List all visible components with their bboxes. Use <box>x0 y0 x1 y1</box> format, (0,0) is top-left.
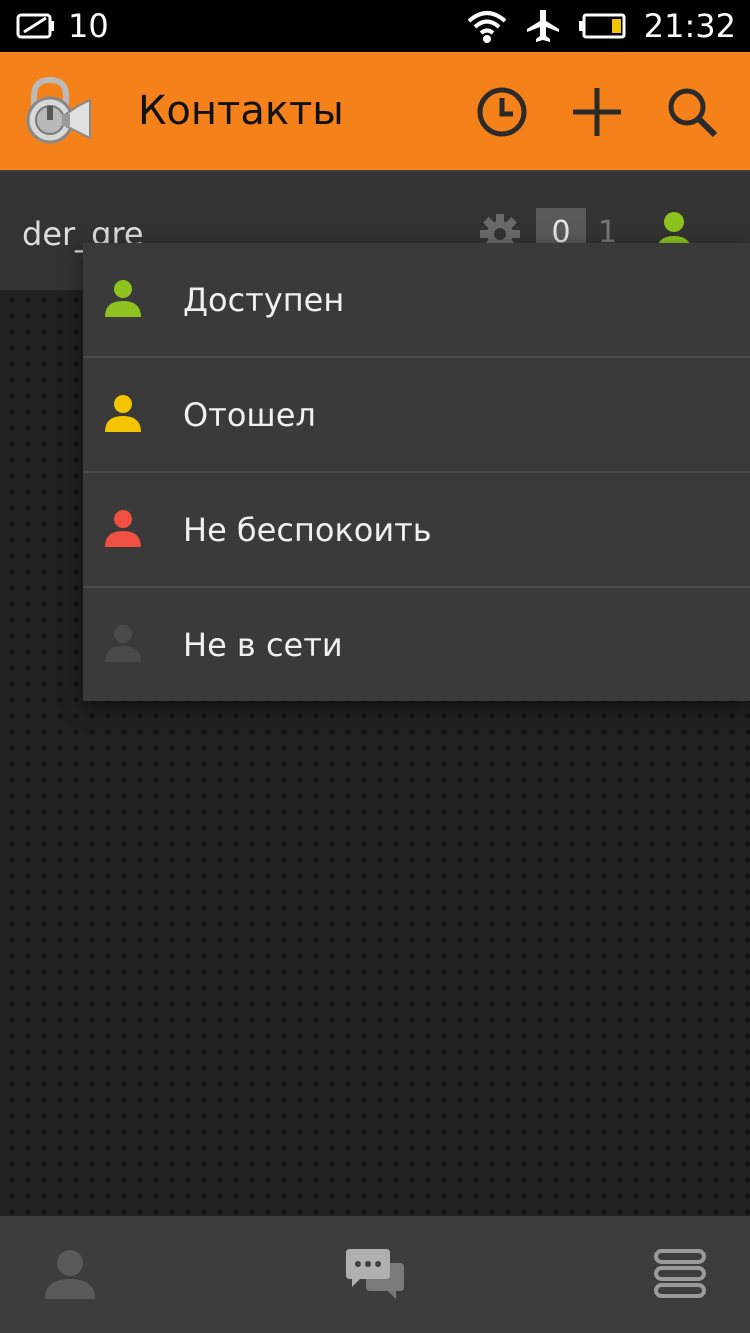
menu-icon <box>654 1249 706 1298</box>
app-screen: 10 21:32 Контакты der_gre 0 1 Доступен О… <box>0 0 750 1333</box>
status-bar: 10 21:32 <box>0 0 750 52</box>
menu-item-dnd[interactable]: Не беспокоить <box>83 473 750 588</box>
bottom-nav <box>0 1216 750 1333</box>
action-bar: Контакты <box>0 52 750 170</box>
history-icon <box>477 87 527 137</box>
contacts-tab[interactable] <box>38 1244 102 1304</box>
notification-count: 10 <box>68 7 109 45</box>
history-button[interactable] <box>474 84 530 140</box>
menu-tab[interactable] <box>648 1244 712 1304</box>
chats-tab[interactable] <box>343 1244 407 1304</box>
status-offline-icon <box>105 625 141 662</box>
status-menu: Доступен Отошел Не беспокоить Не в сети <box>83 243 750 701</box>
search-icon <box>668 88 718 138</box>
menu-item-label: Доступен <box>183 281 345 319</box>
contacts-icon <box>45 1250 95 1299</box>
menu-item-available[interactable]: Доступен <box>83 243 750 358</box>
menu-item-away[interactable]: Отошел <box>83 358 750 473</box>
battery-icon <box>578 13 626 39</box>
status-available-icon <box>105 280 141 317</box>
search-button[interactable] <box>664 84 720 140</box>
status-time: 21:32 <box>643 7 736 45</box>
chats-icon <box>346 1249 404 1299</box>
lock-speaker-logo-icon <box>26 76 91 144</box>
menu-item-offline[interactable]: Не в сети <box>83 588 750 701</box>
menu-item-label: Не беспокоить <box>183 511 432 549</box>
airplane-icon <box>526 10 559 42</box>
status-away-icon <box>105 395 141 432</box>
add-contact-button[interactable] <box>569 84 625 140</box>
status-dnd-icon <box>105 510 141 547</box>
add-icon <box>573 88 621 136</box>
app-logo[interactable] <box>22 76 94 148</box>
menu-item-label: Не в сети <box>183 626 343 664</box>
notification-icon <box>16 13 54 39</box>
wifi-icon <box>467 11 507 43</box>
menu-item-label: Отошел <box>183 396 316 434</box>
page-title: Контакты <box>138 88 344 134</box>
